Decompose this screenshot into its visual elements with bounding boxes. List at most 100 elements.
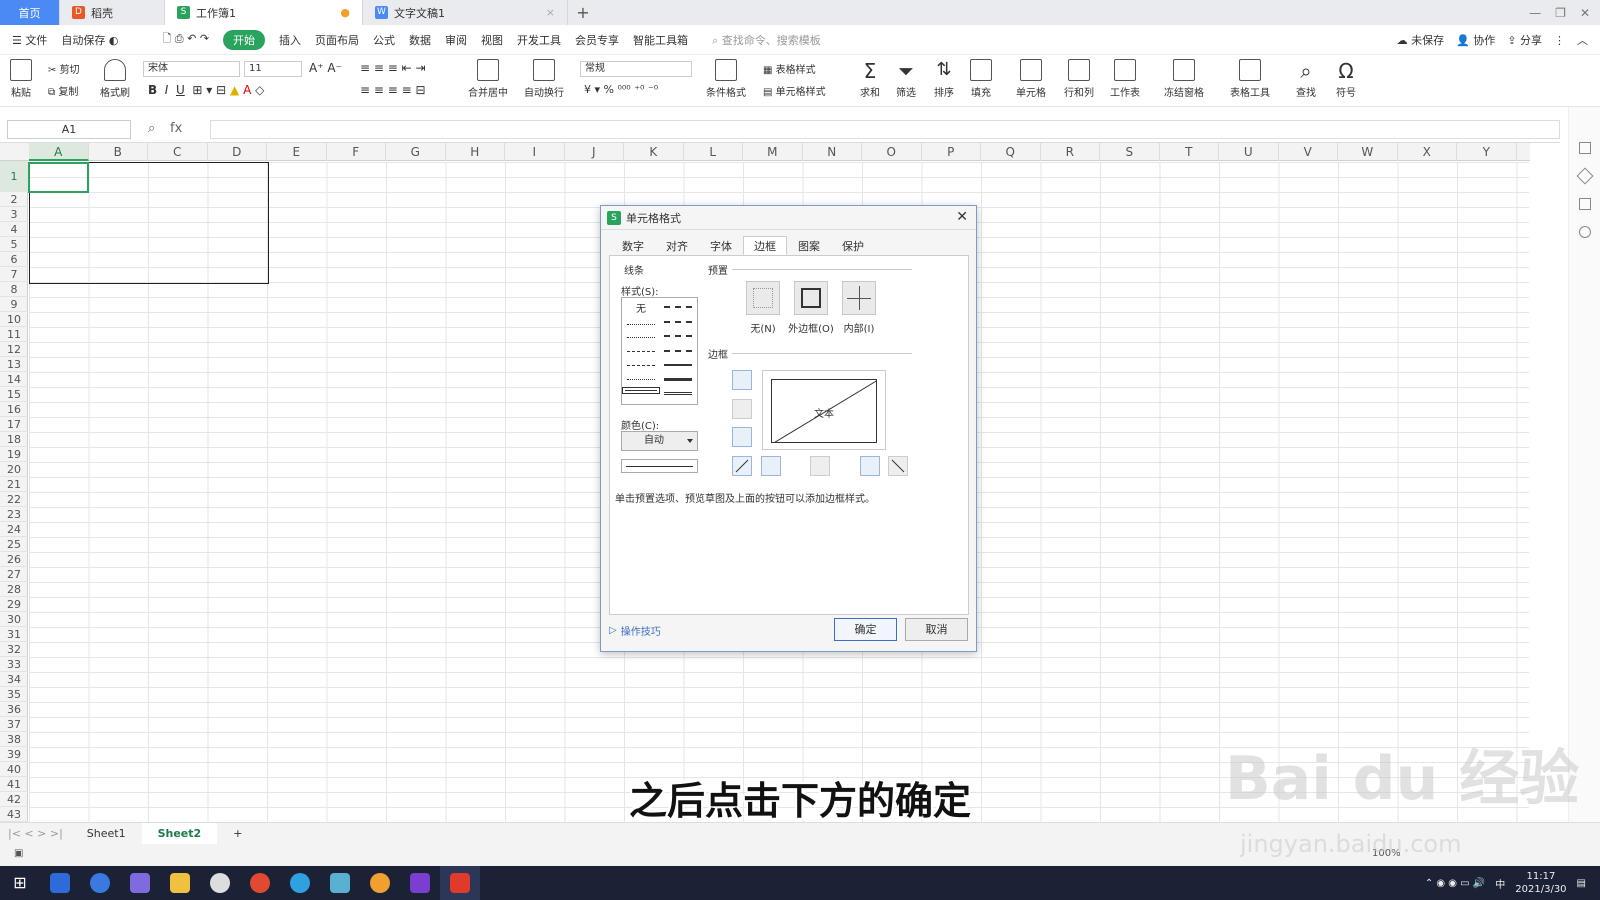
line-style-option[interactable]: [664, 306, 692, 308]
taskbar-app[interactable]: [400, 866, 440, 900]
cancel-button[interactable]: 取消: [905, 618, 968, 641]
line-style-option[interactable]: [664, 378, 692, 381]
close-window-icon[interactable]: ✕: [1580, 6, 1590, 20]
line-style-option[interactable]: [627, 351, 655, 352]
clock[interactable]: 11:17 2021/3/30: [1515, 870, 1566, 896]
line-style-option[interactable]: [627, 379, 655, 380]
align-top-icons[interactable]: ≡ ≡ ≡ ⇤ ⇥: [360, 61, 426, 75]
column-header-g[interactable]: G: [386, 143, 446, 161]
font-size-select[interactable]: 11: [244, 61, 302, 77]
column-header-s[interactable]: S: [1100, 143, 1160, 161]
sheet-tab-2[interactable]: Sheet2: [141, 822, 218, 845]
dialog-close-icon[interactable]: ✕: [956, 209, 968, 225]
ime-indicator[interactable]: 中: [1495, 876, 1505, 891]
row-header[interactable]: 23: [0, 507, 28, 522]
row-header[interactable]: 14: [0, 372, 28, 387]
row-header[interactable]: 18: [0, 432, 28, 447]
column-header-v[interactable]: V: [1279, 143, 1338, 161]
row-header[interactable]: 28: [0, 582, 28, 597]
table-style-button[interactable]: ▦ 表格样式: [763, 61, 816, 76]
sheet-tab-1[interactable]: Sheet1: [71, 823, 142, 845]
row-header[interactable]: 6: [0, 252, 28, 267]
taskbar-app-wps[interactable]: [440, 866, 480, 900]
rowcol-button[interactable]: 行和列: [1064, 59, 1094, 99]
cell-button[interactable]: 单元格: [1016, 59, 1046, 99]
line-style-list[interactable]: 无: [621, 297, 698, 405]
wrap-button[interactable]: 自动换行: [524, 59, 564, 99]
copy-button[interactable]: ⧉ 复制: [48, 83, 78, 98]
taskbar-app[interactable]: [80, 866, 120, 900]
menu-member[interactable]: 会员专享: [575, 32, 619, 48]
menu-review[interactable]: 审阅: [445, 32, 467, 48]
number-format-icons[interactable]: ¥ ▾ % ⁰⁰⁰ ⁺⁰ ⁻⁰: [584, 83, 658, 96]
preset-outline-button[interactable]: [794, 281, 828, 315]
border-left-button[interactable]: [761, 456, 781, 476]
row-header[interactable]: 34: [0, 672, 28, 687]
autosave-toggle[interactable]: 自动保存 ◐: [61, 32, 118, 48]
preset-none-button[interactable]: [746, 281, 780, 315]
menu-data[interactable]: 数据: [409, 32, 431, 48]
row-header[interactable]: 17: [0, 417, 28, 432]
filter-button[interactable]: ⏷ 筛选: [896, 59, 916, 99]
line-style-option[interactable]: [627, 337, 655, 338]
number-format-select[interactable]: 常规: [580, 61, 692, 77]
preset-inside-button[interactable]: [842, 281, 876, 315]
font-select[interactable]: 宋体: [143, 61, 240, 77]
row-header[interactable]: 39: [0, 747, 28, 762]
tab-pattern[interactable]: 图案: [787, 236, 831, 255]
row-header[interactable]: 21: [0, 477, 28, 492]
column-header-y[interactable]: Y: [1457, 143, 1517, 161]
column-header-f[interactable]: F: [327, 143, 386, 161]
add-sheet-icon[interactable]: +: [217, 823, 258, 845]
row-header[interactable]: 7: [0, 267, 28, 282]
row-header[interactable]: 32: [0, 642, 28, 657]
row-header[interactable]: 26: [0, 552, 28, 567]
row-header[interactable]: 38: [0, 732, 28, 747]
sort-button[interactable]: ⇅ 排序: [934, 59, 954, 99]
row-header[interactable]: 22: [0, 492, 28, 507]
column-header-d[interactable]: D: [208, 143, 267, 161]
line-style-option-selected[interactable]: [622, 387, 660, 394]
row-header[interactable]: 19: [0, 447, 28, 462]
side-help-icon[interactable]: [1578, 226, 1591, 238]
row-header[interactable]: 29: [0, 597, 28, 612]
taskbar-app[interactable]: [240, 866, 280, 900]
menu-insert[interactable]: 插入: [279, 32, 301, 48]
border-middle-v-button[interactable]: [810, 456, 830, 476]
tab-writer[interactable]: W 文字文稿1 ×: [363, 0, 568, 25]
taskbar-app[interactable]: [280, 866, 320, 900]
symbol-button[interactable]: Ω 符号: [1336, 59, 1356, 99]
taskbar-app[interactable]: [360, 866, 400, 900]
command-search[interactable]: ⌕ 查找命令、搜索模板: [712, 32, 821, 48]
row-header[interactable]: 5: [0, 237, 28, 252]
zoom-formula-icon[interactable]: ⌕: [148, 121, 155, 136]
row-header[interactable]: 11: [0, 327, 28, 342]
menu-smart[interactable]: 智能工具箱: [633, 32, 688, 48]
fill-button[interactable]: 填充: [970, 59, 992, 99]
sheet-nav-icons[interactable]: |< < > >|: [0, 827, 71, 840]
column-header-k[interactable]: K: [624, 143, 684, 161]
more-icon[interactable]: ⋮: [1554, 34, 1565, 47]
column-header-j[interactable]: J: [565, 143, 624, 161]
cond-format-button[interactable]: 条件格式: [706, 59, 746, 99]
active-cell[interactable]: [28, 162, 89, 193]
status-macro-icon[interactable]: ▣: [14, 848, 23, 859]
tab-home[interactable]: 首页: [0, 0, 60, 25]
row-header[interactable]: 30: [0, 612, 28, 627]
column-header-i[interactable]: I: [505, 143, 565, 161]
cell-style-button[interactable]: ▤ 单元格样式: [763, 83, 826, 98]
border-diag-down-button[interactable]: [888, 456, 908, 476]
column-header-n[interactable]: N: [803, 143, 862, 161]
find-button[interactable]: ⌕ 查找: [1296, 59, 1316, 99]
side-settings-icon[interactable]: [1578, 142, 1591, 154]
row-header[interactable]: 27: [0, 567, 28, 582]
formula-input[interactable]: [210, 120, 1560, 139]
border-right-button[interactable]: [860, 456, 880, 476]
line-style-option[interactable]: [664, 350, 692, 352]
taskbar-app[interactable]: [40, 866, 80, 900]
column-header-o[interactable]: O: [862, 143, 922, 161]
row-header[interactable]: 16: [0, 402, 28, 417]
collapse-ribbon-icon[interactable]: ︿: [1577, 32, 1588, 48]
border-middle-h-button[interactable]: [732, 399, 752, 419]
row-header[interactable]: 13: [0, 357, 28, 372]
